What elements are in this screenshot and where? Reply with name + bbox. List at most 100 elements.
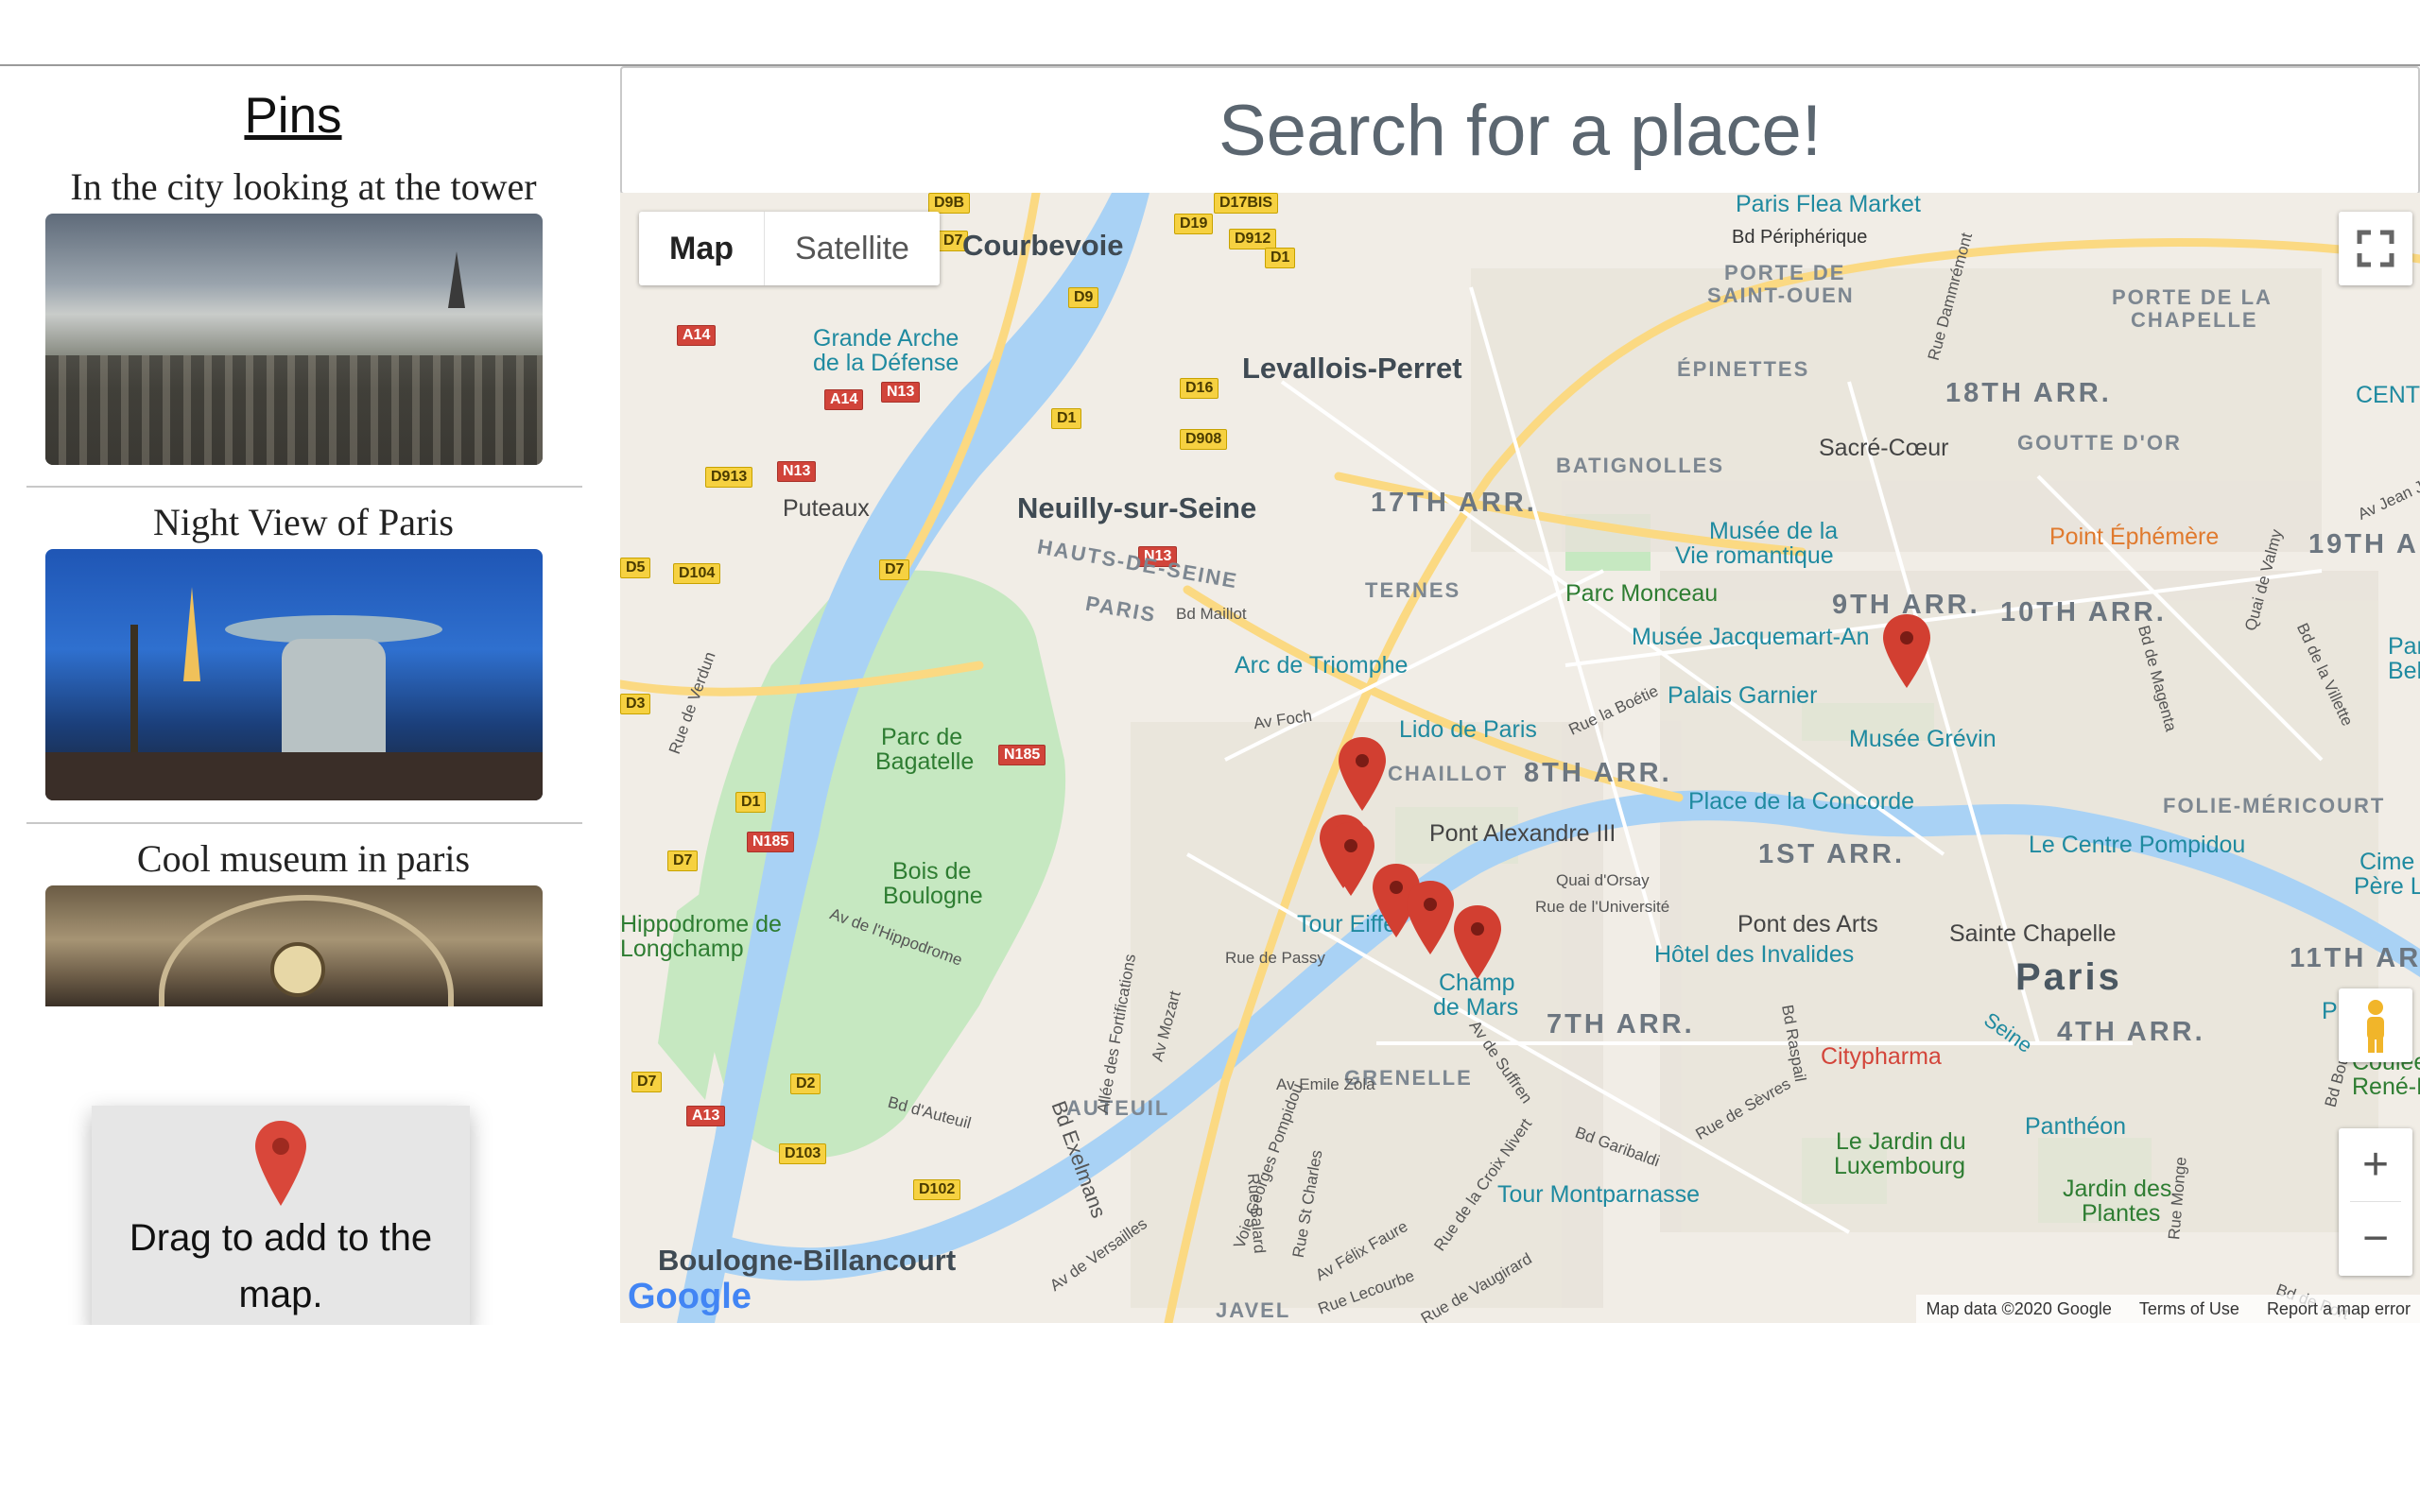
fullscreen-button[interactable]: [2339, 212, 2412, 285]
pin-card[interactable]: Night View of Paris: [26, 496, 580, 800]
pin-caption: In the city looking at the tower: [70, 165, 537, 208]
road-shield: D17BIS: [1214, 193, 1279, 214]
map-label-park: Plantes: [2082, 1200, 2161, 1227]
map-label-park: Hippodrome de: [620, 911, 782, 937]
road-shield: D5: [620, 558, 651, 578]
map-label-poi: Place de la Concorde: [1688, 788, 1915, 815]
map-label-poi: Musée de la: [1709, 518, 1839, 544]
search-input[interactable]: Search for a place!: [620, 66, 2420, 195]
pins-sidebar: Pins In the city looking at the tower Ni…: [0, 66, 614, 1325]
sidebar-title: Pins: [244, 88, 342, 144]
map-label-street: Rue de l'Université: [1535, 898, 1670, 916]
map-label-poi: Sainte Chapelle: [1949, 920, 2117, 947]
map-label-neighborhood: ÉPINETTES: [1677, 357, 1810, 381]
map-label-neighborhood: TERNES: [1365, 578, 1461, 602]
pin-photo[interactable]: [45, 214, 543, 465]
map-label-town: Boulogne-Billancourt: [658, 1244, 957, 1277]
map-pin-marker[interactable]: [1452, 903, 1503, 981]
pin-photo[interactable]: [45, 885, 543, 1006]
map-label-town: Puteaux: [783, 495, 870, 522]
fullscreen-icon: [2357, 230, 2394, 267]
map-label-street: Bd Maillot: [1176, 605, 1247, 623]
road-shield: N13: [881, 382, 921, 403]
map-label-poi: Tour Montparnasse: [1497, 1181, 1701, 1208]
road-shield: N185: [747, 832, 795, 852]
zoom-divider: [2350, 1201, 2401, 1202]
map-label-arrondissement: 1ST ARR.: [1758, 839, 1906, 869]
pin-divider: [26, 822, 582, 824]
road-shield: D2: [790, 1074, 821, 1094]
map-label-neighborhood: CHAPELLE: [2131, 308, 2258, 332]
road-shield: D913: [705, 467, 753, 488]
map-label-poi: Palais Garnier: [1668, 682, 1818, 709]
zoom-in-button[interactable]: +: [2339, 1128, 2412, 1202]
map-label-arrondissement: 8TH ARR.: [1524, 758, 1672, 788]
map-label-poi: Le Centre Pompidou: [2029, 832, 2246, 858]
map-label-poi: Panthéon: [2025, 1113, 2127, 1140]
road-shield: N185: [998, 745, 1046, 765]
pin-card[interactable]: In the city looking at the tower: [26, 161, 580, 465]
map-label-neighborhood: PORTE DE: [1724, 261, 1846, 284]
zoom-control: + −: [2339, 1128, 2412, 1276]
map-label-poi: Lido de Paris: [1399, 716, 1537, 743]
road-shield: D9: [1068, 287, 1099, 308]
road-shield: A13: [686, 1106, 726, 1126]
map-label-poi: Pont des Arts: [1737, 911, 1878, 937]
map-pin-icon[interactable]: [253, 1119, 308, 1208]
map-label-arrondissement: 17TH ARR.: [1371, 488, 1537, 518]
road-shield: D7: [667, 850, 699, 871]
map-label-arrondissement: 18TH ARR.: [1945, 378, 2112, 408]
pegman-icon: [2367, 1000, 2384, 1053]
road-shield: D104: [673, 563, 721, 584]
map-type-map-button[interactable]: Map: [639, 212, 764, 285]
map-label-arrondissement: 11TH AR: [2290, 943, 2420, 973]
map-label-town: Levallois-Perret: [1242, 352, 1462, 385]
map-label-arrondissement: 7TH ARR.: [1547, 1009, 1695, 1040]
google-logo[interactable]: Google: [628, 1277, 752, 1317]
map-label-town: Neuilly-sur-Seine: [1017, 491, 1257, 524]
map-label-park: Jardin des: [2063, 1176, 2172, 1202]
map-pin-marker[interactable]: [1881, 612, 1932, 690]
map-label-poi: Vie romantique: [1675, 542, 1834, 569]
map-label-poi: Bell: [2388, 658, 2420, 684]
map-label-park: Bagatelle: [875, 748, 975, 775]
map-label-city: Paris: [2015, 956, 2122, 998]
map-label-street: Bd Périphérique: [1732, 227, 1868, 248]
map-label-poi: Par: [2388, 633, 2420, 660]
road-shield: D1: [1051, 408, 1082, 429]
road-shield: D103: [779, 1143, 827, 1164]
map-label-poi: Arc de Triomphe: [1235, 652, 1409, 679]
report-error-link[interactable]: Report a map error: [2267, 1299, 2411, 1318]
map-label-park: Parc de: [881, 724, 963, 750]
terms-link[interactable]: Terms of Use: [2139, 1299, 2239, 1318]
map-attribution: Map data ©2020 Google Terms of Use Repor…: [1916, 1295, 2420, 1323]
road-shield: D7: [879, 559, 910, 580]
map-label-poi: CENTQUA: [2356, 382, 2420, 408]
map-label-neighborhood: AUTEUIL: [1066, 1096, 1170, 1120]
road-shield: D16: [1180, 378, 1219, 399]
map-label-poi: Point Éphémère: [2049, 524, 2220, 550]
drag-pin-box[interactable]: Drag to add to the map.: [92, 1106, 470, 1325]
street-view-pegman[interactable]: [2339, 988, 2412, 1062]
map-pin-marker[interactable]: [1337, 735, 1388, 813]
map-label-arrondissement: 10TH ARR.: [2000, 597, 2167, 627]
road-shield: N13: [777, 461, 817, 482]
map-pin-marker[interactable]: [1325, 820, 1376, 898]
map-label-neighborhood: GOUTTE D'OR: [2017, 431, 2182, 455]
map-type-satellite-button[interactable]: Satellite: [764, 212, 940, 285]
pin-photo[interactable]: [45, 549, 543, 800]
map-pin-marker[interactable]: [1405, 879, 1456, 956]
map-label-park: Bois de: [892, 858, 972, 885]
zoom-out-button[interactable]: −: [2339, 1202, 2412, 1276]
map-label-poi: Musée Grévin: [1849, 726, 1996, 752]
map-label-park: René-Dum: [2352, 1074, 2420, 1100]
map-label-park: Le Jardin du: [1836, 1128, 1966, 1155]
road-shield: A14: [677, 325, 717, 346]
map-label-poi: de la Défense: [813, 350, 959, 376]
map-label-poi: Pont Alexandre III: [1429, 820, 1616, 847]
pin-card[interactable]: Cool museum in paris: [26, 833, 580, 1006]
map-label-neighborhood: SAINT-OUEN: [1707, 284, 1855, 307]
road-shield: D1: [1265, 248, 1296, 268]
map[interactable]: D9B D17BIS D19 D912 D7 D1 A14 D9 A14 N13…: [620, 193, 2420, 1323]
map-label-poi: de Mars: [1433, 994, 1519, 1021]
